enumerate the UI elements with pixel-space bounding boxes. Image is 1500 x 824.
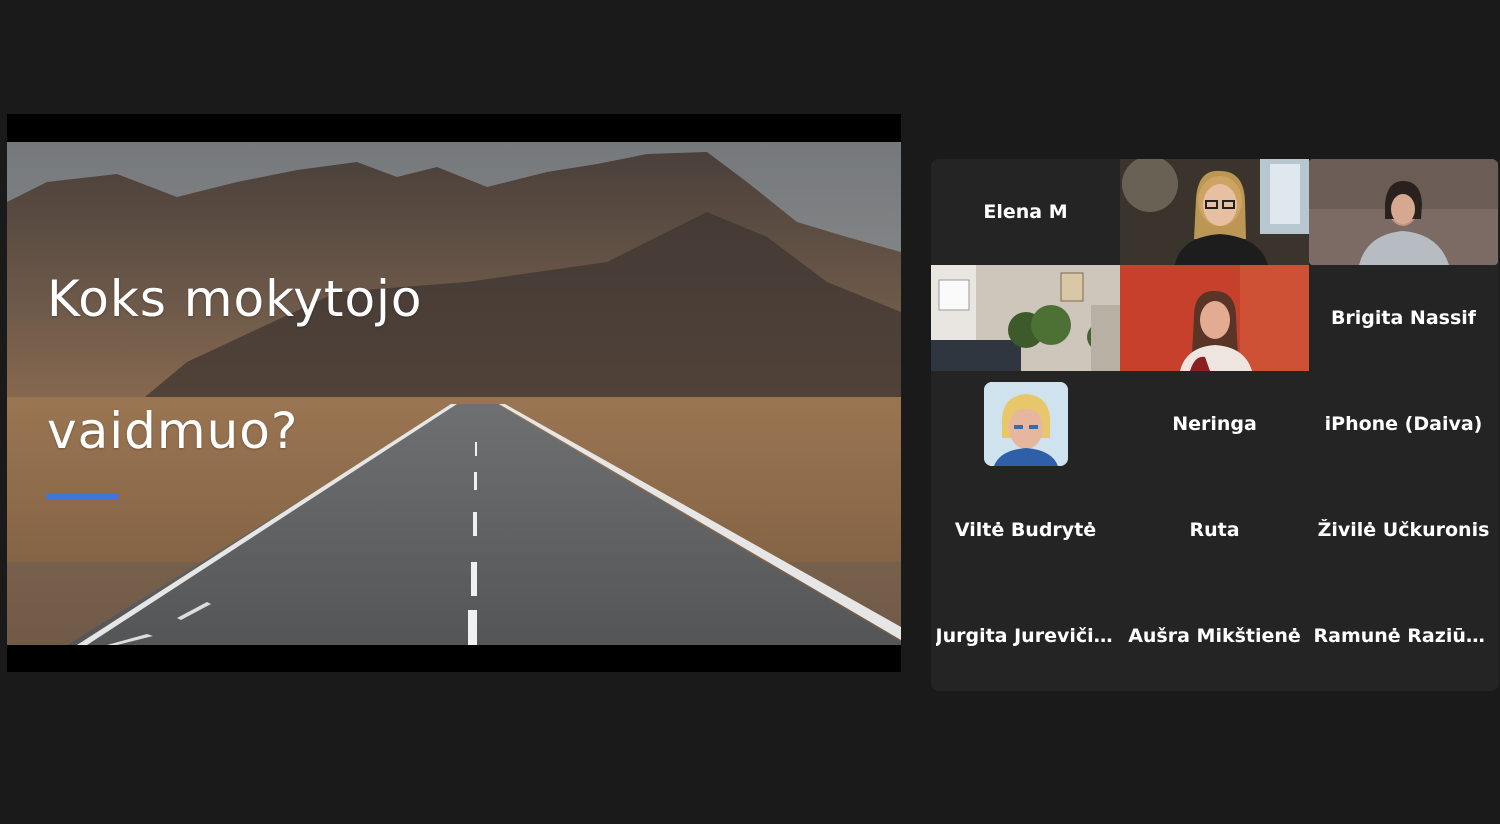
participant-name: Živilė Učkuronis (1317, 519, 1490, 541)
participant-video (931, 265, 1120, 371)
participant-name: Jurgita Jurevičiūtė (935, 625, 1116, 647)
presentation-slide: Koks mokytojo vaidmuo? (7, 142, 901, 645)
participant-video-tile-active-speaker[interactable] (1309, 159, 1498, 265)
participant-name: Brigita Nassif (1330, 307, 1477, 329)
participant-tile[interactable]: Jurgita Jurevičiūtė (931, 583, 1120, 689)
profile-photo (983, 382, 1068, 466)
participant-tile[interactable]: Živilė Učkuronis (1309, 477, 1498, 583)
shared-screen: Koks mokytojo vaidmuo? (7, 114, 901, 672)
participant-avatar-tile[interactable] (931, 371, 1120, 477)
participant-name: Elena M (983, 201, 1068, 223)
participant-video (1120, 265, 1309, 371)
participant-tile[interactable]: Ramunė Raziūnienė (1309, 583, 1498, 689)
participant-tile[interactable]: iPhone (Daiva) (1309, 371, 1498, 477)
participant-tile[interactable]: Elena M (931, 159, 1120, 265)
participant-tile[interactable]: Brigita Nassif (1309, 265, 1498, 371)
participant-video-tile[interactable] (931, 265, 1120, 371)
participant-name: Neringa (1172, 413, 1257, 435)
slide-title-line-2: vaidmuo? (47, 402, 299, 460)
slide-accent-bar (46, 494, 118, 499)
participant-gallery: Elena M Brigita Nassif Neringa iPhone (D… (931, 159, 1499, 691)
participant-tile[interactable]: Ruta (1120, 477, 1309, 583)
slide-title-line-1: Koks mokytojo (47, 270, 423, 328)
participant-tile[interactable]: Neringa (1120, 371, 1309, 477)
participant-video (1309, 159, 1498, 265)
participant-tile[interactable]: Viltė Budrytė (931, 477, 1120, 583)
participant-tile[interactable]: Aušra Mikštienė (1120, 583, 1309, 689)
participant-video-tile[interactable] (1120, 265, 1309, 371)
participant-name: Ramunė Raziūnienė (1313, 625, 1494, 647)
participant-video-tile[interactable] (1120, 159, 1309, 265)
slide-title: Koks mokytojo vaidmuo? (47, 200, 423, 530)
participant-name: Aušra Mikštienė (1128, 625, 1301, 647)
avatar (983, 382, 1068, 466)
participant-name: iPhone (Daiva) (1324, 413, 1483, 435)
participant-name: Viltė Budrytė (954, 519, 1097, 541)
participant-name: Ruta (1189, 519, 1240, 541)
participant-video (1120, 159, 1309, 265)
